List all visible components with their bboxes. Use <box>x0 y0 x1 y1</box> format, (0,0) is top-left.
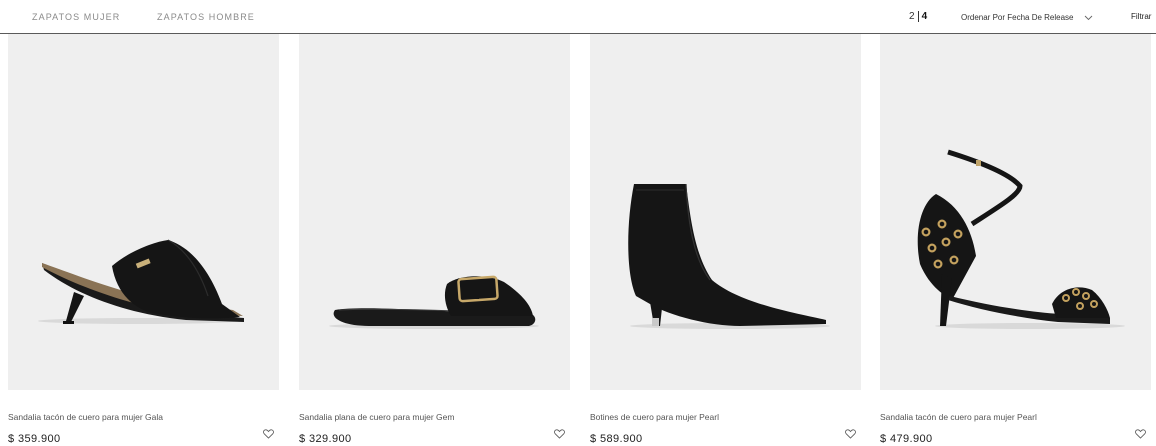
product-price: $ 329.900 <box>299 433 352 445</box>
product-card: Sandalia plana de cuero para mujer Gem $… <box>299 34 570 446</box>
sort-dropdown[interactable]: Ordenar Por Fecha De Release <box>961 13 1093 22</box>
nav-link-zapatos-mujer[interactable]: ZAPATOS MUJER <box>32 12 120 22</box>
product-photo <box>38 239 244 324</box>
heart-icon[interactable] <box>263 429 274 439</box>
heart-icon[interactable] <box>1135 429 1146 439</box>
product-name[interactable]: Sandalia tacón de cuero para mujer Pearl <box>880 412 1037 422</box>
product-image-black-leather-grommet-heeled-sandal[interactable] <box>880 34 1151 390</box>
filter-button[interactable]: Filtrar <box>1131 12 1151 21</box>
product-price: $ 359.900 <box>8 433 61 445</box>
product-price: $ 589.900 <box>590 433 643 445</box>
sort-label: Ordenar Por Fecha De Release <box>961 13 1074 22</box>
top-toolbar: ZAPATOS MUJER ZAPATOS HOMBRE 2 4 Ordenar… <box>0 0 1156 34</box>
product-photo <box>917 149 1125 329</box>
product-image-black-leather-ankle-boot[interactable] <box>590 34 861 390</box>
grid-columns-toggle: 2 4 <box>909 11 927 22</box>
grid-divider <box>917 11 919 22</box>
product-image-black-leather-flat-slide-buckle[interactable] <box>299 34 570 390</box>
product-photo <box>628 183 830 329</box>
product-name[interactable]: Botines de cuero para mujer Pearl <box>590 412 719 422</box>
nav-link-zapatos-hombre[interactable]: ZAPATOS HOMBRE <box>157 12 255 22</box>
product-photo <box>329 275 539 329</box>
heart-icon[interactable] <box>554 429 565 439</box>
grid-option-2[interactable]: 2 <box>909 11 915 22</box>
grid-option-4[interactable]: 4 <box>922 11 928 22</box>
product-price: $ 479.900 <box>880 433 933 445</box>
product-card: Sandalia tacón de cuero para mujer Gala … <box>8 34 279 446</box>
product-card: Botines de cuero para mujer Pearl $ 589.… <box>590 34 861 446</box>
heart-icon[interactable] <box>845 429 856 439</box>
product-card: Sandalia tacón de cuero para mujer Pearl… <box>880 34 1151 446</box>
product-name[interactable]: Sandalia plana de cuero para mujer Gem <box>299 412 454 422</box>
chevron-down-icon <box>1084 15 1092 20</box>
product-image-black-leather-heeled-mule[interactable] <box>8 34 279 390</box>
product-name[interactable]: Sandalia tacón de cuero para mujer Gala <box>8 412 163 422</box>
